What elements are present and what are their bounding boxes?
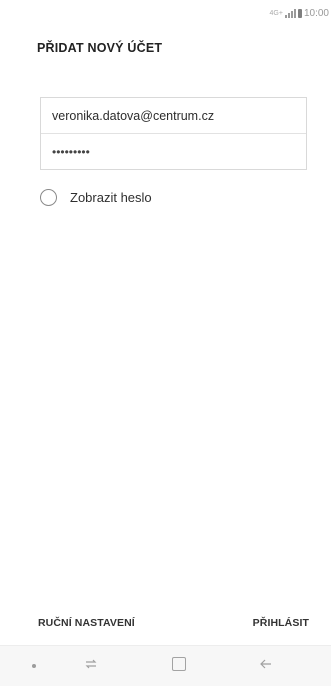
email-field[interactable]: veronika.datova@centrum.cz [41,98,306,134]
manual-setup-button[interactable]: RUČNÍ NASTAVENÍ [38,617,135,629]
login-form: veronika.datova@centrum.cz ••••••••• [40,97,307,170]
login-button[interactable]: PŘIHLÁSIT [253,617,309,629]
network-label: 4G+ [269,9,283,17]
show-password-toggle[interactable]: Zobrazit heslo [40,189,152,206]
page-title: PŘIDAT NOVÝ ÚČET [37,41,163,55]
radio-button-icon[interactable] [40,189,57,206]
recent-apps-icon[interactable] [84,657,98,676]
navigation-bar [0,645,331,686]
status-bar: 4G+ 10:00 [0,0,331,26]
password-field[interactable]: ••••••••• [41,134,306,170]
status-icons: 4G+ 10:00 [270,5,329,21]
footer-actions: RUČNÍ NASTAVENÍ PŘIHLÁSIT [0,603,331,639]
battery-icon [297,8,302,18]
home-icon[interactable] [172,657,186,671]
clock: 10:00 [303,7,329,19]
signal-icon [284,8,296,18]
back-icon[interactable] [259,657,273,676]
show-password-label: Zobrazit heslo [70,190,152,205]
dot-icon [32,664,36,668]
